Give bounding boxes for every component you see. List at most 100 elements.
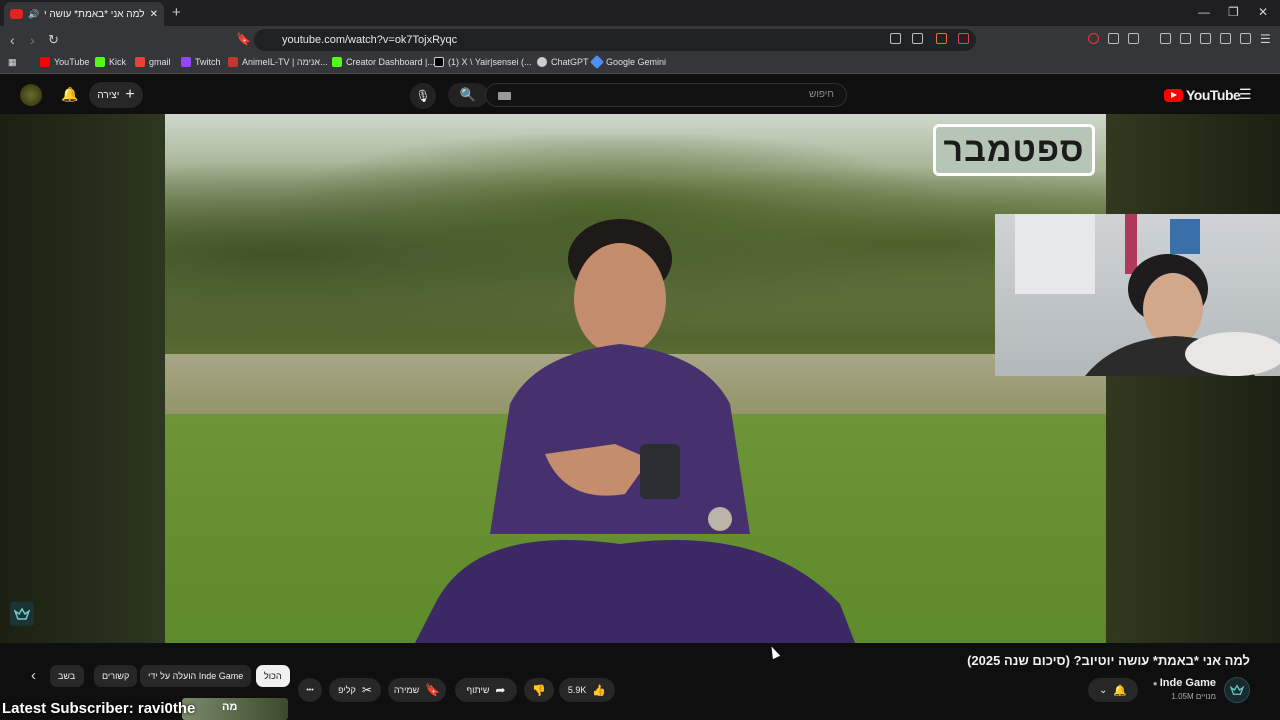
extensions-icon[interactable]	[1108, 33, 1119, 44]
bookmark-label: AnimeIL-TV | אנימה...	[242, 57, 328, 67]
search-button[interactable]: 🔍	[448, 83, 488, 107]
crown-icon	[1230, 684, 1244, 695]
bookmark-label: (1) X \ Yair|sensei (...	[448, 57, 532, 67]
extension-red-icon[interactable]	[1088, 33, 1099, 44]
channel-info[interactable]: ● Inde Game 1.05M מנויים	[1153, 677, 1216, 701]
bookmark-youtube[interactable]: YouTube	[40, 57, 89, 67]
latest-subscriber-overlay: Latest Subscriber: ravi0the	[2, 700, 196, 717]
save-button[interactable]: שמירה 🔖	[388, 678, 446, 702]
media-icon[interactable]	[1160, 33, 1171, 44]
menu-icon[interactable]: ☰	[1260, 32, 1271, 46]
bookmark-chatgpt[interactable]: ChatGPT	[537, 57, 589, 67]
bookmark-twitch[interactable]: Twitch	[181, 57, 221, 67]
webcam-scene	[1015, 214, 1280, 376]
share-label: שיתוף	[466, 685, 490, 695]
bell-icon: 🔔	[1113, 684, 1128, 697]
like-count: 5.9K	[567, 685, 587, 695]
chip-all[interactable]: הכול	[256, 665, 290, 687]
bookmarks-bar: ▦ YouTube Kick gmail Twitch AnimeIL-TV |…	[0, 54, 1280, 74]
search-placeholder: חיפוש	[809, 89, 834, 100]
webcam-overlay	[995, 214, 1280, 376]
bookmark-gmail[interactable]: gmail	[135, 57, 171, 67]
audio-icon[interactable]: 🔊	[28, 9, 39, 20]
dislike-button[interactable]: 👎	[524, 678, 554, 702]
plus-icon: +	[125, 86, 135, 103]
bookmark-label: gmail	[149, 57, 171, 67]
new-tab-button[interactable]: +	[172, 4, 181, 21]
share-arrow-icon: ➦	[495, 683, 506, 697]
presenter-figure	[415, 219, 855, 643]
month-badge: ספטמבר	[933, 124, 1095, 176]
bookmark-label: YouTube	[54, 57, 90, 67]
animeil-icon	[228, 57, 238, 67]
chips-prev-icon[interactable]: ‹	[31, 667, 36, 684]
voice-search-button[interactable]: 🎙	[410, 83, 436, 109]
x-icon	[434, 57, 444, 67]
youtube-play-icon	[1164, 88, 1183, 102]
apps-icon[interactable]: ▦	[8, 57, 17, 68]
chip-partial[interactable]: בשב	[50, 665, 84, 687]
more-actions-button[interactable]: •••	[298, 678, 322, 702]
close-window-button[interactable]: ✕	[1258, 5, 1268, 19]
bookmark-animeil[interactable]: AnimeIL-TV | אנימה...	[228, 57, 328, 67]
youtube-logo[interactable]: YouTube	[1164, 87, 1241, 103]
share-page-icon[interactable]	[912, 33, 923, 44]
search-input[interactable]: חיפוש	[485, 83, 847, 107]
chip-related[interactable]: קשורים	[94, 665, 138, 687]
watch-metadata: למה אני *באמת* עושה יוטיוב? (סיכום שנה 2…	[0, 643, 1280, 720]
channel-watermark-icon[interactable]	[10, 602, 34, 626]
sidebar-icon[interactable]	[1180, 33, 1191, 44]
bookmark-label: Twitch	[195, 57, 221, 67]
thumbnail-text: מה	[222, 701, 238, 713]
share-button[interactable]: שיתוף ➦	[455, 678, 517, 702]
restore-button[interactable]: ❐	[1228, 5, 1239, 19]
cast-icon[interactable]	[890, 33, 901, 44]
address-bar[interactable]: youtube.com/watch?v=ok7TojxRyqc	[254, 29, 976, 51]
bookmark-icon[interactable]: 🔖	[236, 32, 251, 46]
chevron-down-icon: ⌄	[1098, 684, 1108, 696]
bookmark-creator-dashboard[interactable]: Creator Dashboard |...	[332, 57, 435, 67]
clip-button[interactable]: קליפ ✂	[329, 678, 381, 702]
youtube-icon	[40, 57, 50, 67]
related-thumbnail[interactable]: מה	[182, 698, 288, 720]
bookmark-kick[interactable]: Kick	[95, 57, 126, 67]
tab-title: למה אני *באמת* עושה יוטיוב?	[44, 8, 145, 20]
subscription-button[interactable]: ⌄ 🔔	[1088, 678, 1138, 702]
video-player[interactable]: ספטמבר	[0, 114, 1280, 643]
bookmark-x[interactable]: (1) X \ Yair|sensei (...	[434, 57, 532, 67]
chip-uploaded-by[interactable]: הועלה על ידי Inde Game	[140, 665, 252, 687]
gmail-icon	[135, 57, 145, 67]
leo-ai-icon[interactable]	[1220, 33, 1231, 44]
bookmark-gemini[interactable]: Google Gemini	[589, 54, 667, 70]
channel-name[interactable]: Inde Game	[1160, 677, 1216, 689]
back-icon[interactable]: ‹	[10, 32, 15, 48]
scissors-icon: ✂	[361, 683, 372, 697]
keyboard-icon[interactable]	[498, 92, 511, 100]
extension-box-icon[interactable]	[1128, 33, 1139, 44]
close-tab-icon[interactable]: ✕	[150, 9, 158, 20]
notifications-bell-icon[interactable]: 🔔	[61, 86, 78, 103]
minimize-button[interactable]: —	[1198, 5, 1210, 19]
wallet-icon[interactable]	[1200, 33, 1211, 44]
brave-shield-icon[interactable]	[936, 33, 947, 44]
vpn-icon[interactable]	[1240, 33, 1251, 44]
youtube-logo-text: YouTube	[1186, 87, 1241, 103]
subscriber-count: 1.05M מנויים	[1171, 692, 1216, 701]
create-button[interactable]: יצירה +	[89, 82, 143, 108]
clip-label: קליפ	[338, 685, 356, 695]
browser-tab[interactable]: 🔊 למה אני *באמת* עושה יוטיוב? ✕	[4, 2, 164, 26]
rewards-icon[interactable]	[958, 33, 969, 44]
bookmark-label: Google Gemini	[606, 57, 667, 67]
hamburger-menu-icon[interactable]: ☰	[1239, 86, 1252, 103]
twitch-icon	[181, 57, 191, 67]
video-frame[interactable]: ספטמבר	[165, 114, 1106, 643]
youtube-header: 🔔 יצירה + 🎙 🔍 חיפוש YouTube ☰	[0, 76, 1280, 114]
reload-icon[interactable]: ↻	[48, 32, 59, 48]
kick-icon	[332, 57, 342, 67]
like-button[interactable]: 5.9K 👍	[559, 678, 615, 702]
save-bookmark-icon: 🔖	[425, 683, 441, 697]
forward-icon[interactable]: ›	[30, 32, 35, 48]
channel-avatar[interactable]	[1224, 677, 1250, 703]
url-text: youtube.com/watch?v=ok7TojxRyqc	[282, 34, 458, 46]
account-avatar[interactable]	[20, 84, 42, 106]
